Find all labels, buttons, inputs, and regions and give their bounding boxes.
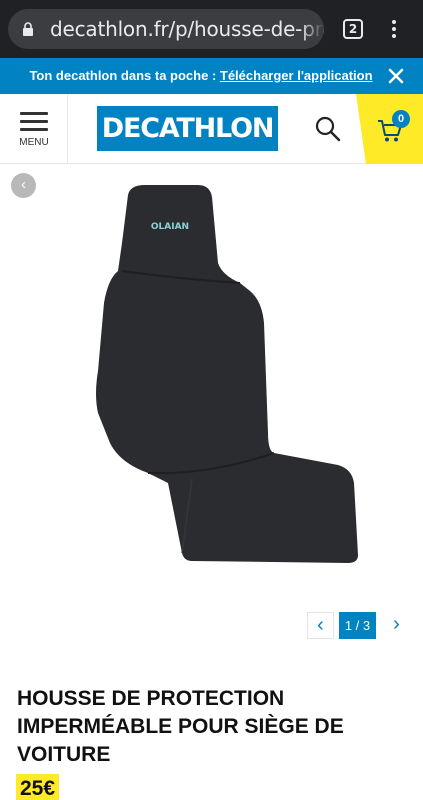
close-icon[interactable] (386, 66, 406, 86)
product-price: 25€ (16, 774, 60, 800)
address-bar[interactable]: decathlon.fr/p/housse-de-prot (8, 9, 324, 49)
pager-count: 1 / 3 (339, 612, 376, 639)
pager-next-button[interactable]: › (383, 612, 410, 639)
site-header: MENU DECATHLON 0 (0, 94, 423, 164)
chevron-left-icon: ‹ (21, 176, 26, 193)
download-app-link[interactable]: Télécharger l'application (220, 68, 373, 83)
tab-switcher-icon[interactable]: 2 (343, 19, 363, 39)
more-options-icon[interactable] (387, 18, 401, 40)
hamburger-menu-icon (20, 112, 48, 132)
url-text: decathlon.fr/p/housse-de-prot (50, 17, 324, 41)
gallery-prev-button[interactable]: ‹ (11, 173, 36, 198)
product-title: HOUSSE DE PROTECTION IMPERMÉABLE POUR SI… (17, 687, 344, 766)
product-gallery: ‹ OLAIAN ‹ 1 / 3 › (0, 165, 423, 665)
decathlon-logo[interactable]: DECATHLON (97, 106, 278, 151)
image-brand-text: OLAIAN (151, 222, 189, 232)
search-icon[interactable] (313, 114, 343, 144)
product-image[interactable]: OLAIAN (90, 183, 360, 563)
app-promo-banner: Ton decathlon dans ta poche : Télécharge… (0, 58, 423, 94)
cart-button[interactable]: 0 (356, 94, 423, 164)
lock-icon (23, 22, 33, 36)
browser-toolbar: decathlon.fr/p/housse-de-prot 2 (0, 0, 423, 58)
menu-label: MENU (19, 137, 49, 148)
menu-button[interactable]: MENU (0, 94, 68, 164)
url-fade (300, 9, 324, 49)
cart-count-badge: 0 (392, 110, 410, 128)
chevron-right-icon: › (393, 613, 400, 635)
promo-message: Ton decathlon dans ta poche : (29, 68, 220, 83)
promo-text: Ton decathlon dans ta poche : Télécharge… (0, 68, 402, 83)
pager-prev-button[interactable]: ‹ (307, 612, 334, 639)
chevron-left-icon: ‹ (317, 614, 324, 636)
logo-text: DECATHLON (101, 113, 275, 144)
gallery-pager: ‹ 1 / 3 › (307, 612, 411, 640)
